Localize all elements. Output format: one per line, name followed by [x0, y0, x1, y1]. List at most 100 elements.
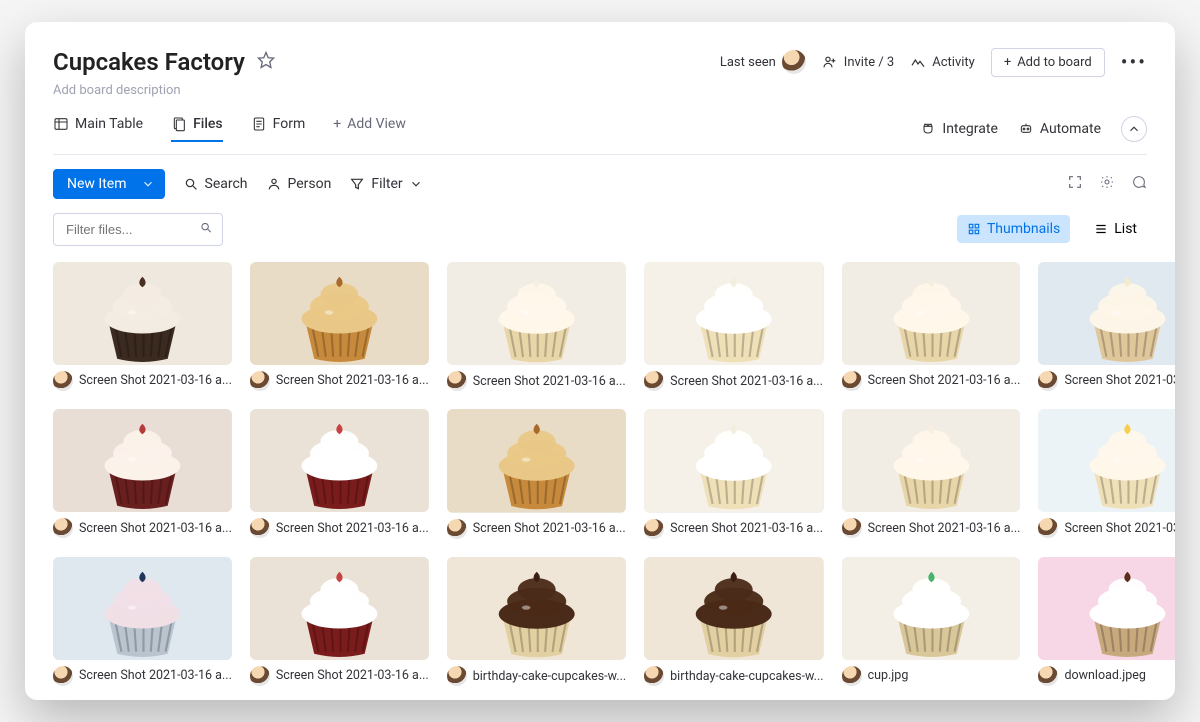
- file-card[interactable]: Screen Shot 2021-03-16 a...: [644, 262, 823, 391]
- file-meta: download.jpeg: [1038, 666, 1175, 686]
- file-meta: Screen Shot 2021-03-16 a...: [250, 666, 429, 686]
- collapse-button[interactable]: [1121, 116, 1147, 142]
- person-filter-button[interactable]: Person: [266, 176, 332, 192]
- file-card[interactable]: Screen Shot 2021-03-16 a...: [644, 409, 823, 538]
- file-name: Screen Shot 2021-03-16 a...: [276, 373, 429, 388]
- owner-avatar: [447, 519, 467, 539]
- add-view-button[interactable]: + Add View: [333, 116, 406, 142]
- owner-avatar: [644, 371, 664, 391]
- tab-form[interactable]: Form: [251, 116, 306, 142]
- file-thumbnail: [644, 262, 823, 365]
- owner-avatar: [1038, 371, 1058, 391]
- file-name: Screen Shot 2021-03-16 a...: [79, 521, 232, 536]
- invite-button[interactable]: Invite / 3: [822, 54, 894, 70]
- file-meta: Screen Shot 2021-03-16 a...: [842, 518, 1021, 538]
- owner-avatar: [447, 666, 467, 686]
- file-thumbnail: [53, 557, 232, 660]
- filter-button[interactable]: Filter: [349, 176, 422, 192]
- board-title: Cupcakes Factory: [53, 48, 245, 76]
- file-card[interactable]: Screen Shot 2021-03-16 a...: [53, 557, 232, 686]
- fullscreen-button[interactable]: [1067, 174, 1083, 194]
- file-thumbnail: [644, 409, 823, 512]
- avatar: [782, 50, 806, 74]
- file-thumbnail: [250, 262, 429, 365]
- file-card[interactable]: Screen Shot 2021-03-16 a...: [447, 262, 626, 391]
- file-thumbnail: [53, 262, 232, 365]
- owner-avatar: [250, 518, 270, 538]
- new-item-label: New Item: [67, 176, 127, 192]
- comments-button[interactable]: [1131, 174, 1147, 194]
- last-seen-label: Last seen: [720, 55, 776, 70]
- divider: [53, 154, 1147, 155]
- owner-avatar: [644, 519, 664, 539]
- file-meta: Screen Shot 2021-03-16 a...: [447, 371, 626, 391]
- automate-button[interactable]: Automate: [1018, 121, 1101, 137]
- file-card[interactable]: birthday-cake-cupcakes-w...: [447, 557, 626, 686]
- board-description-input[interactable]: Add board description: [53, 83, 1147, 98]
- file-card[interactable]: download.jpeg: [1038, 557, 1175, 686]
- file-card[interactable]: Screen Shot 2021-03-16 a...: [53, 262, 232, 391]
- file-name: Screen Shot 2021-03-16 a...: [276, 668, 429, 683]
- file-grid: Screen Shot 2021-03-16 a... Screen Shot …: [53, 262, 1147, 686]
- file-meta: Screen Shot 2021-03-16 a...: [1038, 371, 1175, 391]
- file-thumbnail: [842, 557, 1021, 660]
- last-seen[interactable]: Last seen: [720, 50, 806, 74]
- file-name: cup.jpg: [868, 668, 909, 683]
- file-card[interactable]: Screen Shot 2021-03-16 a...: [250, 409, 429, 538]
- header-right: Last seen Invite / 3 Activity + Add to b…: [720, 48, 1147, 77]
- invite-label: Invite / 3: [844, 55, 894, 70]
- file-card[interactable]: Screen Shot 2021-03-16 a...: [250, 557, 429, 686]
- file-card[interactable]: Screen Shot 2021-03-16 a...: [447, 409, 626, 538]
- file-thumbnail: [447, 262, 626, 365]
- filter-files-input[interactable]: [53, 213, 223, 246]
- owner-avatar: [1038, 518, 1058, 538]
- file-meta: Screen Shot 2021-03-16 a...: [250, 371, 429, 391]
- search-button[interactable]: Search: [183, 176, 248, 192]
- file-meta: birthday-cake-cupcakes-w...: [644, 666, 823, 686]
- file-name: Screen Shot 2021-03-16 a...: [79, 373, 232, 388]
- file-card[interactable]: Screen Shot 2021-03-16 a...: [1038, 262, 1175, 391]
- new-item-button[interactable]: New Item: [53, 169, 165, 199]
- view-thumbnails-button[interactable]: Thumbnails: [957, 215, 1070, 243]
- file-thumbnail: [250, 557, 429, 660]
- add-view-label: Add View: [347, 116, 406, 132]
- filter-files-box: [53, 213, 223, 246]
- integrate-button[interactable]: Integrate: [920, 121, 998, 137]
- view-switch: Thumbnails List: [957, 215, 1147, 243]
- view-list-button[interactable]: List: [1084, 215, 1147, 243]
- filter-row: Thumbnails List: [53, 213, 1147, 246]
- file-card[interactable]: Screen Shot 2021-03-16 a...: [53, 409, 232, 538]
- favorite-star-button[interactable]: [257, 51, 275, 73]
- file-meta: Screen Shot 2021-03-16 a...: [53, 666, 232, 686]
- owner-avatar: [53, 518, 73, 538]
- add-to-board-button[interactable]: + Add to board: [991, 48, 1105, 77]
- file-thumbnail: [447, 409, 626, 512]
- search-icon: [199, 220, 213, 239]
- file-meta: Screen Shot 2021-03-16 a...: [644, 519, 823, 539]
- file-thumbnail: [447, 557, 626, 660]
- file-card[interactable]: Screen Shot 2021-03-16 a...: [842, 409, 1021, 538]
- filter-label: Filter: [371, 176, 402, 192]
- file-thumbnail: [842, 409, 1021, 512]
- activity-button[interactable]: Activity: [910, 54, 975, 70]
- file-card[interactable]: cup.jpg: [842, 557, 1021, 686]
- file-card[interactable]: birthday-cake-cupcakes-w...: [644, 557, 823, 686]
- list-label: List: [1114, 221, 1137, 237]
- owner-avatar: [53, 666, 73, 686]
- tab-main-table[interactable]: Main Table: [53, 116, 143, 142]
- file-name: Screen Shot 2021-03-16 a...: [670, 521, 823, 536]
- tab-files[interactable]: Files: [171, 116, 223, 142]
- settings-button[interactable]: [1099, 174, 1115, 194]
- file-card[interactable]: Screen Shot 2021-03-16 a...: [842, 262, 1021, 391]
- file-card[interactable]: Screen Shot 2021-03-16 a...: [250, 262, 429, 391]
- more-menu-button[interactable]: •••: [1121, 50, 1147, 74]
- owner-avatar: [250, 371, 270, 391]
- file-thumbnail: [250, 409, 429, 512]
- file-card[interactable]: Screen Shot 2021-03-16 a...: [1038, 409, 1175, 538]
- file-name: download.jpeg: [1064, 668, 1145, 683]
- automate-label: Automate: [1040, 121, 1101, 137]
- file-thumbnail: [842, 262, 1021, 365]
- file-name: Screen Shot 2021-03-16 a...: [79, 668, 232, 683]
- file-thumbnail: [53, 409, 232, 512]
- search-label: Search: [205, 176, 248, 192]
